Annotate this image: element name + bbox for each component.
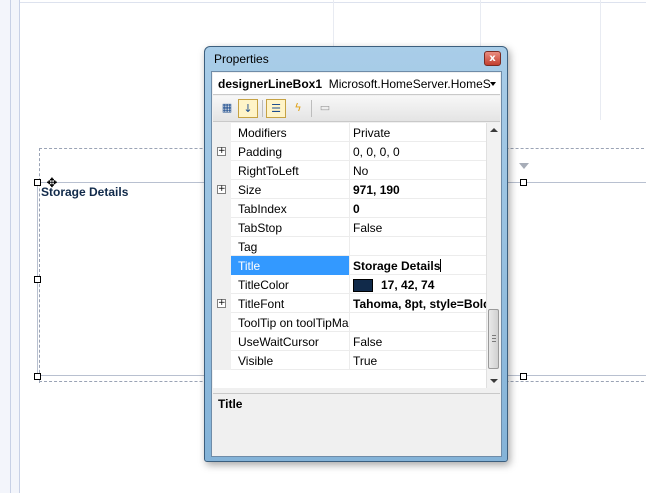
property-value-editor[interactable]: Storage Details — [350, 256, 486, 275]
properties-panel: designerLineBox1 Microsoft.HomeServer.Ho… — [211, 71, 502, 457]
property-name: TitleColor — [231, 275, 350, 294]
property-grid: Modifiers Private + Padding 0, 0, 0, 0 R… — [213, 123, 500, 388]
property-name: Tag — [231, 237, 350, 256]
property-value[interactable]: No — [350, 161, 486, 180]
property-value[interactable]: 0, 0, 0, 0 — [350, 142, 486, 161]
property-value[interactable]: False — [350, 332, 486, 351]
property-row-usewaitcursor[interactable]: UseWaitCursor False — [213, 332, 486, 351]
text-caret — [440, 259, 442, 272]
property-value[interactable]: Tahoma, 8pt, style=Bold — [350, 294, 486, 313]
property-value[interactable]: True — [350, 351, 486, 370]
close-button[interactable]: x — [484, 51, 501, 66]
property-name: ToolTip on toolTipMa — [231, 313, 350, 332]
property-row-tooltip[interactable]: ToolTip on toolTipMa — [213, 313, 486, 332]
property-value[interactable] — [350, 237, 486, 256]
property-row-tag[interactable]: Tag — [213, 237, 486, 256]
color-swatch — [353, 279, 373, 292]
property-row-title[interactable]: Title Storage Details — [213, 256, 486, 275]
properties-window: Properties x designerLineBox1 Microsoft.… — [204, 46, 508, 462]
expand-icon[interactable]: + — [217, 299, 226, 308]
expand-icon[interactable]: + — [217, 185, 226, 194]
property-row-size[interactable]: + Size 971, 190 — [213, 180, 486, 199]
smart-tag-arrow-icon[interactable] — [519, 163, 529, 169]
property-name: TitleFont — [231, 294, 350, 313]
property-name: Padding — [231, 142, 350, 161]
description-title: Title — [218, 397, 243, 411]
designer-grid-line — [600, 0, 601, 120]
resize-handle[interactable] — [34, 373, 41, 380]
expand-icon[interactable]: + — [217, 147, 226, 156]
alphabetical-icon[interactable]: ↓ — [238, 99, 258, 118]
scroll-down-icon[interactable] — [490, 379, 498, 383]
property-pages-icon[interactable]: ▭ — [315, 99, 335, 118]
property-name: UseWaitCursor — [231, 332, 350, 351]
property-value[interactable]: Private — [350, 123, 486, 142]
properties-toolbar: ▦ ↓ ☰ ϟ ▭ — [213, 96, 500, 122]
property-name: TabIndex — [231, 199, 350, 218]
property-row-titlecolor[interactable]: TitleColor 17, 42, 74 — [213, 275, 486, 294]
property-value[interactable]: 971, 190 — [350, 180, 486, 199]
property-value[interactable] — [350, 313, 486, 332]
scrollbar-thumb[interactable] — [488, 309, 499, 369]
events-icon[interactable]: ϟ — [288, 99, 308, 118]
property-grid-scrollbar[interactable] — [486, 123, 500, 388]
property-value-color[interactable]: 17, 42, 74 — [350, 275, 486, 294]
property-value[interactable]: False — [350, 218, 486, 237]
categorized-icon[interactable]: ▦ — [217, 99, 237, 118]
property-row-tabstop[interactable]: TabStop False — [213, 218, 486, 237]
property-name: Title — [231, 256, 350, 275]
description-pane: Title — [213, 394, 500, 455]
property-name: RightToLeft — [231, 161, 350, 180]
resize-handle[interactable] — [34, 276, 41, 283]
property-row-righttoleft[interactable]: RightToLeft No — [213, 161, 486, 180]
object-type: Microsoft.HomeServer.HomeS — [328, 77, 491, 91]
property-value: 17, 42, 74 — [381, 278, 435, 292]
property-name: Visible — [231, 351, 350, 370]
resize-handle[interactable] — [520, 373, 527, 380]
property-name: Modifiers — [231, 123, 350, 142]
resize-handle[interactable] — [520, 179, 527, 186]
resize-handle[interactable] — [34, 179, 41, 186]
scroll-up-icon[interactable] — [490, 128, 498, 132]
move-handle-icon[interactable]: ✥ — [44, 176, 60, 192]
toolbar-separator — [262, 100, 263, 117]
property-row-tabindex[interactable]: TabIndex 0 — [213, 199, 486, 218]
property-value[interactable]: 0 — [350, 199, 486, 218]
property-value: Storage Details — [353, 259, 441, 273]
toolbar-separator — [311, 100, 312, 117]
object-selector-combo[interactable]: designerLineBox1 Microsoft.HomeServer.Ho… — [213, 73, 500, 95]
property-row-titlefont[interactable]: + TitleFont Tahoma, 8pt, style=Bold — [213, 294, 486, 313]
property-name: TabStop — [231, 218, 350, 237]
properties-icon[interactable]: ☰ — [266, 99, 286, 118]
property-row-padding[interactable]: + Padding 0, 0, 0, 0 — [213, 142, 486, 161]
property-row-visible[interactable]: Visible True — [213, 351, 486, 370]
window-title: Properties — [214, 52, 269, 66]
property-row-modifiers[interactable]: Modifiers Private — [213, 123, 486, 142]
chevron-down-icon[interactable] — [490, 82, 496, 86]
designer-left-ruler — [0, 0, 20, 493]
object-name: designerLineBox1 — [218, 77, 323, 91]
property-name: Size — [231, 180, 350, 199]
